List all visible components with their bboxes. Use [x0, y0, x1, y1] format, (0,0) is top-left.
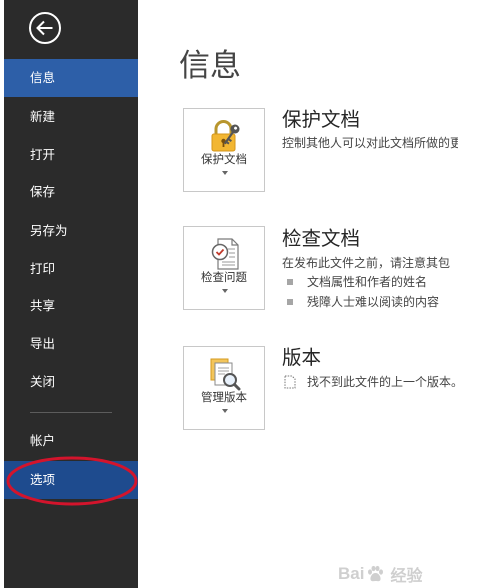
nav-save[interactable]: 保存	[4, 173, 138, 211]
manage-versions-icon	[207, 356, 243, 392]
bullet-marker	[287, 279, 293, 285]
version-document-icon	[284, 375, 296, 389]
nav-info[interactable]: 信息	[4, 59, 138, 97]
nav-open[interactable]: 打开	[4, 136, 138, 174]
nav-save-as[interactable]: 另存为	[4, 212, 138, 250]
back-button[interactable]	[28, 11, 62, 45]
dropdown-caret-icon	[222, 289, 228, 293]
nav-new[interactable]: 新建	[4, 98, 138, 136]
page-title: 信息	[179, 48, 241, 84]
protect-document-label: 保护文档	[201, 152, 247, 166]
protect-document-button[interactable]: 保护文档	[183, 108, 265, 192]
baidu-jingyan-watermark: Bai 经验	[338, 563, 422, 585]
nav-share[interactable]: 共享	[4, 287, 138, 325]
inspect-bullet-item: 残障人士难以阅读的内容	[307, 295, 440, 309]
inspect-document-description: 在发布此文件之前，请注意其包	[282, 256, 451, 270]
nav-close[interactable]: 关闭	[4, 363, 138, 401]
nav-print[interactable]: 打印	[4, 250, 138, 288]
inspect-document-icon	[207, 236, 243, 272]
lock-key-icon	[207, 118, 243, 154]
sidebar-divider	[30, 412, 112, 413]
protect-document-description: 控制其他人可以对此文档所做的更	[282, 136, 458, 150]
nav-export[interactable]: 导出	[4, 325, 138, 363]
manage-versions-button[interactable]: 管理版本	[183, 346, 265, 430]
nav-options[interactable]: 选项	[4, 461, 138, 499]
paw-icon	[368, 565, 384, 582]
versions-note: 找不到此文件的上一个版本。	[307, 375, 464, 389]
versions-heading: 版本	[282, 346, 322, 369]
dropdown-caret-icon	[222, 171, 228, 175]
check-for-issues-label: 检查问题	[201, 270, 247, 284]
nav-account[interactable]: 帐户	[4, 422, 138, 460]
protect-document-heading: 保护文档	[282, 108, 361, 131]
inspect-document-heading: 检查文档	[282, 227, 361, 250]
inspect-bullet-item: 文档属性和作者的姓名	[307, 275, 428, 289]
back-arrow-icon[interactable]	[28, 11, 62, 45]
dropdown-caret-icon	[222, 409, 228, 413]
manage-versions-label: 管理版本	[201, 390, 247, 404]
watermark-text: 经验	[390, 566, 423, 585]
check-for-issues-button[interactable]: 检查问题	[183, 226, 265, 310]
backstage-sidebar: 信息 新建 打开 保存 另存为 打印 共享 导出 关闭 帐户 选项	[4, 0, 138, 588]
watermark-text: Bai	[338, 564, 365, 583]
bullet-marker	[287, 299, 293, 305]
